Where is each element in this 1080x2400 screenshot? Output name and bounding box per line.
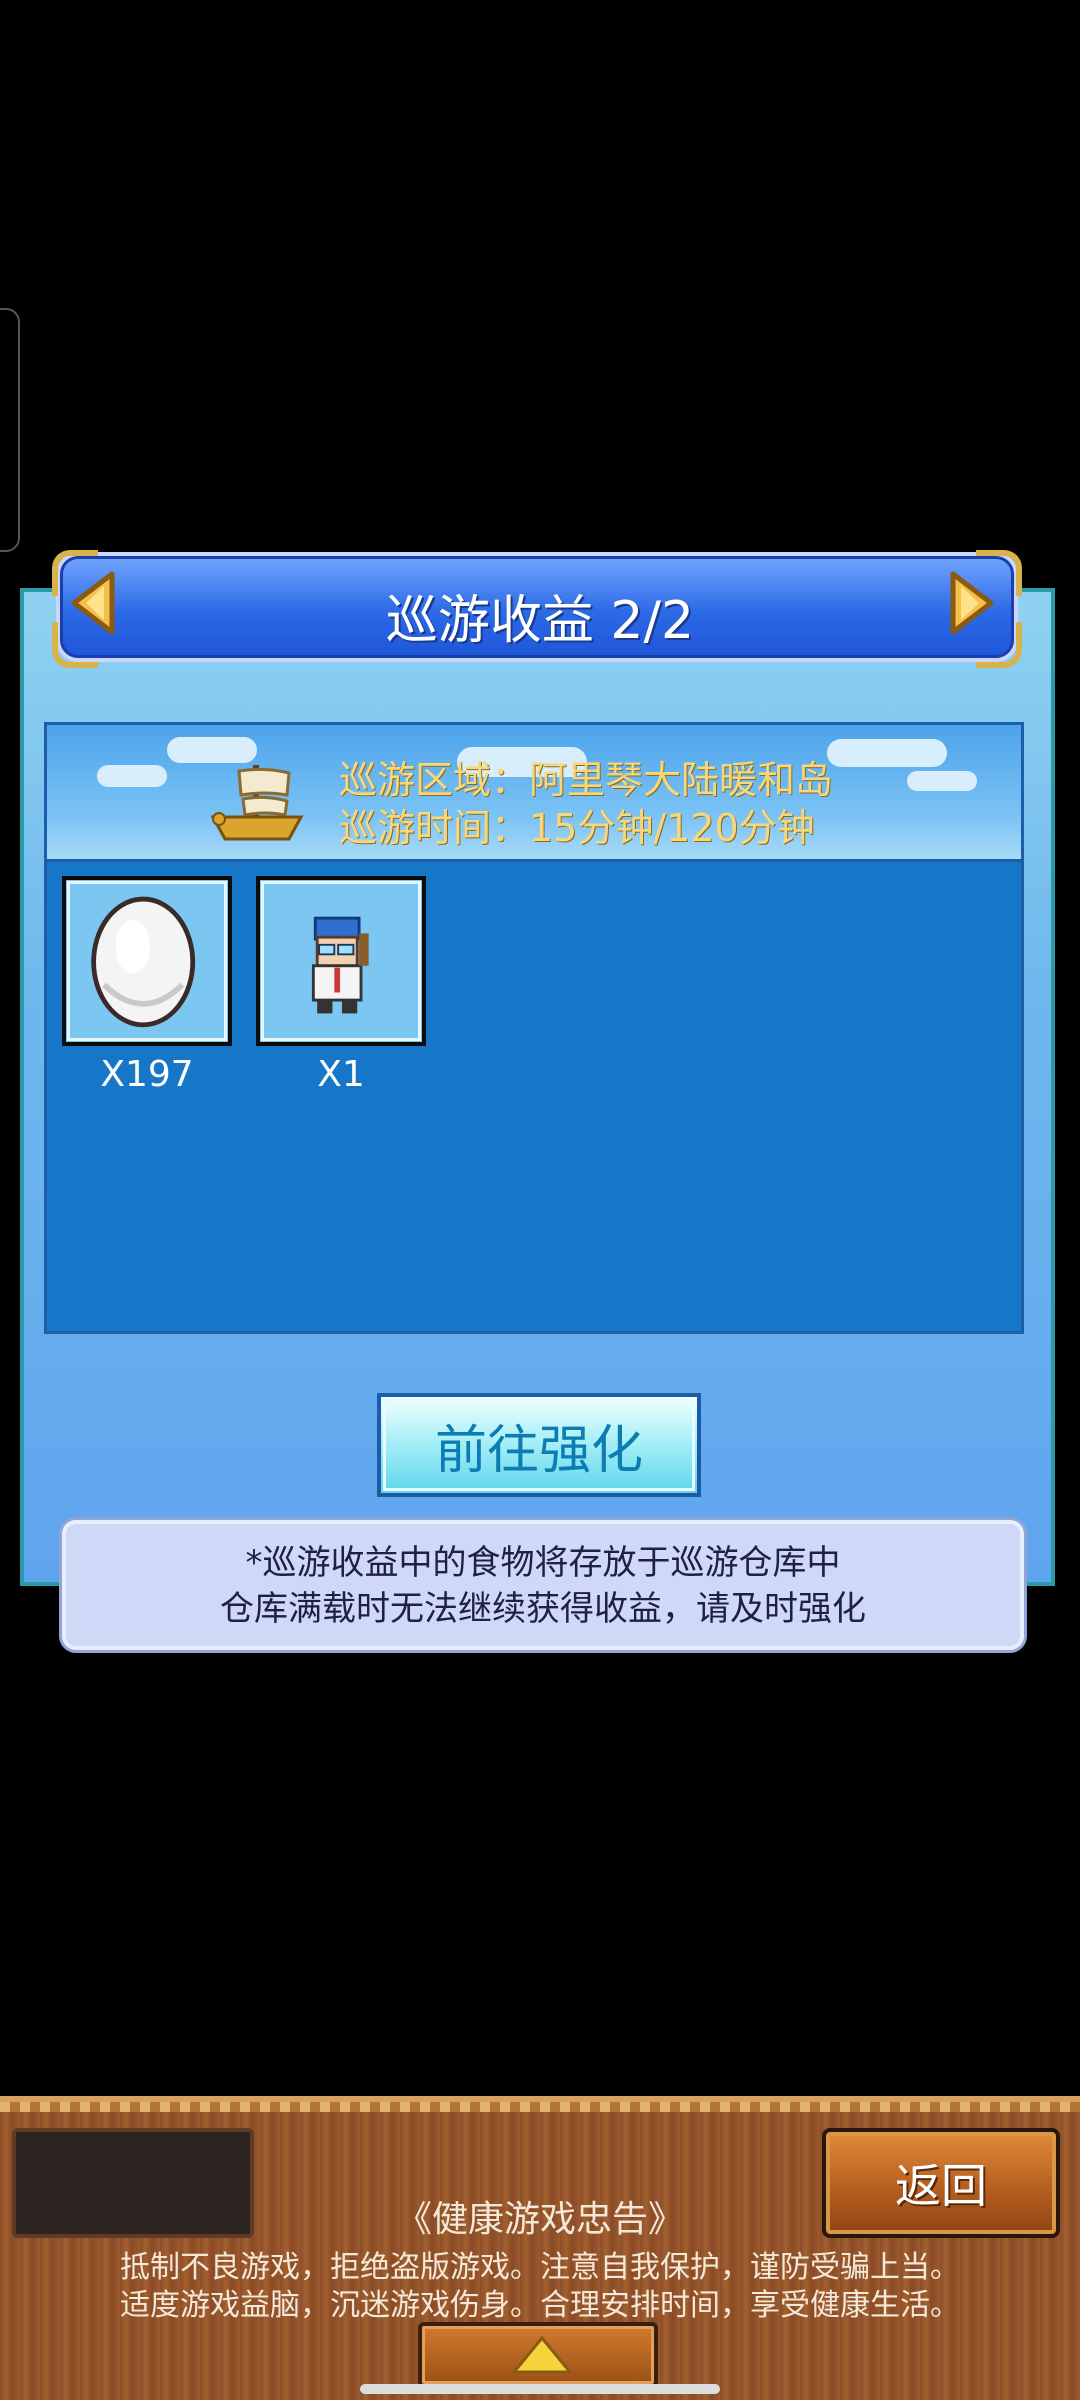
cloud [97,765,167,787]
cloud [827,739,947,767]
cruise-ship-icon [210,765,304,841]
cloud [907,771,977,791]
side-notch [0,308,20,552]
next-page-arrow-icon[interactable] [945,568,1001,638]
character-icon [311,916,369,1014]
reward-count: X197 [100,1054,194,1095]
health-advice-title: 《健康游戏忠告》 [395,2199,684,2240]
cruise-info-banner: 巡游区域：阿里琴大陆暖和岛 巡游时间：15分钟/120分钟 [47,725,1021,862]
reward-slot-egg[interactable] [62,876,232,1046]
home-indicator[interactable] [360,2384,720,2394]
health-advice-line: 适度游戏益脑，沉迷游戏伤身。合理安排时间，享受健康生活。 [120,2288,960,2323]
notice-line: *巡游收益中的食物将存放于巡游仓库中 [245,1543,841,1583]
reward-slot-character[interactable] [256,876,426,1046]
cloud [167,737,257,763]
cruise-time-text: 巡游时间：15分钟/120分钟 [339,806,815,850]
egg-icon [91,896,196,1028]
dialog-title: 巡游收益 2/2 [385,591,695,651]
cruise-area-text: 巡游区域：阿里琴大陆暖和岛 [339,758,834,802]
storage-notice: *巡游收益中的食物将存放于巡游仓库中 仓库满载时无法继续获得收益，请及时强化 [62,1520,1024,1650]
go-upgrade-button[interactable]: 前往强化 [377,1393,701,1497]
bottom-bar: 返回 《健康游戏忠告》 抵制不良游戏，拒绝盗版游戏。注意自我保护，谨防受骗上当。… [0,2096,1080,2400]
notice-line: 仓库满载时无法继续获得收益，请及时强化 [220,1589,866,1629]
up-arrow-icon [512,2336,572,2374]
expand-button[interactable] [418,2322,658,2388]
reward-count: X1 [317,1054,365,1095]
